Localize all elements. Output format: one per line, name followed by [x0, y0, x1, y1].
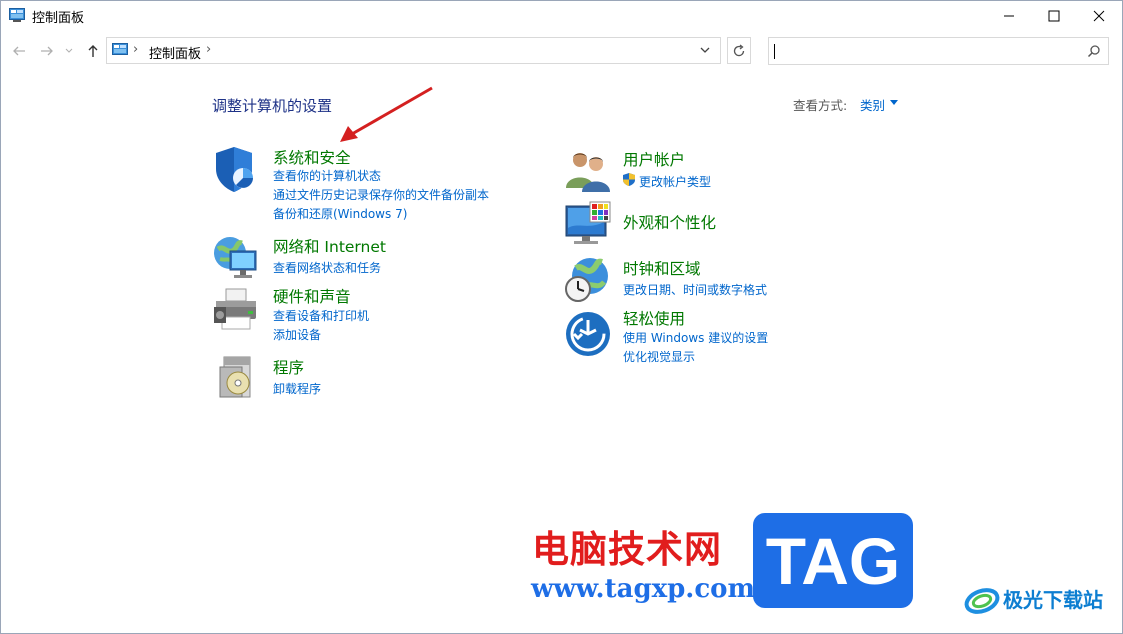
watermark-site-name: 电脑技术网	[532, 528, 722, 571]
link-file-history-backup[interactable]: 通过文件历史记录保存你的文件备份副本	[273, 186, 489, 203]
chevron-down-icon	[65, 48, 73, 53]
category-hardware-sound[interactable]: 硬件和声音	[273, 285, 351, 307]
link-add-device[interactable]: 添加设备	[273, 326, 321, 343]
search-input[interactable]	[768, 37, 1109, 65]
maximize-button[interactable]	[1031, 0, 1077, 31]
forward-arrow-icon	[41, 46, 53, 56]
refresh-icon	[733, 43, 745, 56]
view-by-dropdown[interactable]: 类别	[860, 95, 885, 114]
watermark-corner-text: 极光下载站	[1003, 588, 1103, 612]
up-button[interactable]	[84, 40, 102, 62]
aurora-logo-icon	[964, 588, 1000, 614]
search-icon[interactable]	[1087, 44, 1101, 58]
link-devices-printers[interactable]: 查看设备和打印机	[273, 307, 369, 324]
category-system-security[interactable]: 系统和安全	[273, 146, 351, 168]
recent-locations-button[interactable]	[63, 40, 75, 62]
users-icon[interactable]	[564, 148, 612, 196]
page-title: 调整计算机的设置	[212, 97, 333, 115]
network-globe-icon[interactable]	[212, 233, 260, 281]
link-recommended-settings[interactable]: 使用 Windows 建议的设置	[623, 329, 768, 346]
link-network-status[interactable]: 查看网络状态和任务	[273, 259, 381, 276]
title-bar: 控制面板	[0, 0, 1123, 32]
minimize-button[interactable]	[986, 0, 1032, 31]
watermark-url: www.tagxp.com	[531, 574, 756, 604]
link-backup-restore[interactable]: 备份和还原(Windows 7)	[273, 205, 407, 222]
link-optimize-visual-display[interactable]: 优化视觉显示	[623, 348, 695, 365]
close-button[interactable]	[1076, 0, 1122, 31]
programs-disc-icon[interactable]	[212, 353, 260, 401]
view-by-dropdown-arrow-icon[interactable]	[890, 100, 898, 105]
category-network-internet[interactable]: 网络和 Internet	[273, 235, 386, 257]
ease-of-access-icon[interactable]	[564, 310, 612, 358]
text-cursor	[774, 44, 775, 59]
category-ease-of-access[interactable]: 轻松使用	[623, 307, 685, 329]
printer-icon[interactable]	[212, 287, 260, 335]
refresh-button[interactable]	[727, 37, 751, 64]
view-by-label: 查看方式:	[793, 98, 848, 113]
forward-button[interactable]	[38, 40, 56, 62]
link-change-date-time-format[interactable]: 更改日期、时间或数字格式	[623, 281, 767, 298]
maximize-icon	[1048, 10, 1060, 21]
up-arrow-icon	[88, 45, 98, 57]
back-button[interactable]	[10, 40, 28, 62]
category-clock-region[interactable]: 时钟和区域	[623, 257, 701, 279]
minimize-icon	[1004, 15, 1014, 16]
watermark-tag-badge: TAG	[753, 513, 913, 608]
shield-icon[interactable]	[212, 145, 260, 193]
category-user-accounts[interactable]: 用户帐户	[623, 148, 685, 170]
close-icon	[1093, 10, 1105, 21]
breadcrumb-control-panel[interactable]: 控制面板	[149, 43, 201, 62]
address-bar[interactable]: › 控制面板 ›	[106, 37, 721, 64]
back-arrow-icon	[13, 46, 25, 56]
breadcrumb-separator[interactable]: ›	[206, 42, 211, 57]
clock-globe-icon[interactable]	[564, 256, 612, 304]
monitor-palette-icon[interactable]	[564, 200, 612, 248]
control-panel-icon	[9, 8, 25, 22]
address-dropdown-icon[interactable]	[699, 44, 711, 56]
breadcrumb-separator: ›	[133, 42, 139, 57]
control-panel-icon	[112, 43, 128, 55]
window-title: 控制面板	[32, 11, 85, 26]
category-appearance-personalization[interactable]: 外观和个性化	[623, 211, 716, 233]
category-programs[interactable]: 程序	[273, 356, 304, 378]
uac-shield-icon	[623, 173, 635, 186]
link-change-account-type[interactable]: 更改帐户类型	[639, 173, 711, 190]
link-uninstall-program[interactable]: 卸载程序	[273, 380, 321, 397]
link-view-computer-status[interactable]: 查看你的计算机状态	[273, 167, 381, 184]
annotation-arrow-icon	[340, 86, 433, 142]
